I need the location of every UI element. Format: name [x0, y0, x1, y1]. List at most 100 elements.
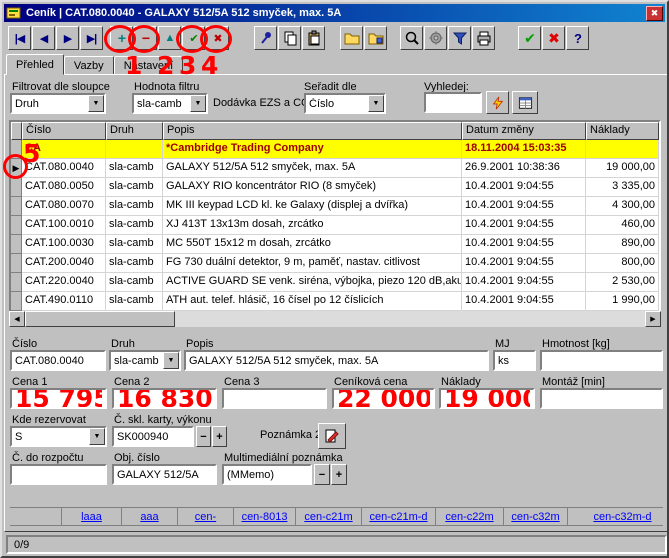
locate-in-grid-button[interactable] — [512, 91, 538, 114]
bottom-link[interactable]: cen-c21m — [296, 508, 362, 525]
nav-first-button[interactable]: |◀ — [8, 26, 31, 50]
mmemo-field[interactable] — [222, 464, 312, 485]
link-label[interactable]: cen-8013 — [242, 511, 288, 523]
link-label[interactable]: cen-c32m-d — [593, 511, 651, 523]
scroll-left-button[interactable]: ◀ — [9, 311, 25, 327]
bottom-link[interactable]: cen- — [178, 508, 234, 525]
cenikova-field[interactable] — [332, 388, 435, 409]
column-header-cislo[interactable]: Číslo — [22, 122, 106, 140]
group-row[interactable]: CA *Cambridge Trading Company 18.11.2004… — [11, 140, 659, 159]
link-label[interactable]: cen-c21m-d — [369, 511, 427, 523]
link-label[interactable]: cen-c21m — [304, 511, 352, 523]
horizontal-scrollbar[interactable]: ◀ ▶ — [9, 311, 661, 327]
table-row[interactable]: CAT.220.0040 sla-camb ACTIVE GUARD SE ve… — [11, 273, 659, 292]
table-row-current[interactable]: ▶ CAT.080.0040 sla-camb GALAXY 512/5A 51… — [11, 159, 659, 178]
bottom-link[interactable]: laaa — [62, 508, 122, 525]
copy-button[interactable] — [278, 26, 301, 50]
table-row[interactable]: CAT.080.0070 sla-camb MK III keypad LCD … — [11, 197, 659, 216]
edit-record-button[interactable]: ▲ — [158, 26, 181, 50]
bottom-link[interactable]: cen-c21m-d — [362, 508, 436, 525]
tab-prehled[interactable]: Přehled — [6, 54, 64, 75]
mmemo-plus-button[interactable]: + — [331, 464, 347, 485]
mj-field[interactable] — [493, 350, 536, 371]
column-header-datum[interactable]: Datum změny — [462, 122, 586, 140]
filter-column-combobox[interactable]: Druh ▼ — [10, 93, 106, 114]
druh-combobox[interactable]: sla-camb ▼ — [109, 350, 181, 371]
skl-karta-minus-button[interactable]: − — [196, 426, 211, 447]
naklady-label: Náklady — [441, 376, 481, 388]
table-row[interactable]: CAT.100.0010 sla-camb XJ 413T 13x13m dos… — [11, 216, 659, 235]
cena1-field[interactable] — [10, 388, 107, 409]
link-label[interactable]: cen-c32m — [511, 511, 559, 523]
skl-karta-plus-button[interactable]: + — [212, 426, 227, 447]
mmemo-minus-button[interactable]: − — [314, 464, 330, 485]
naklady-field[interactable] — [439, 388, 535, 409]
titlebar[interactable]: Ceník | CAT.080.0040 - GALAXY 512/5A 512… — [4, 4, 665, 22]
tab-nastaveni[interactable]: Nastavení — [114, 56, 184, 75]
bottom-link[interactable]: cen-8013 — [234, 508, 296, 525]
montaz-field[interactable] — [540, 388, 663, 409]
delete-record-button[interactable]: − — [134, 26, 157, 50]
kde-rezervovat-combobox[interactable]: S ▼ — [10, 426, 107, 447]
column-header-druh[interactable]: Druh — [106, 122, 163, 140]
table-row[interactable]: CAT.100.0030 sla-camb MC 550T 15x12 m do… — [11, 235, 659, 254]
bottom-link[interactable]: aaa — [122, 508, 178, 525]
cena2-field[interactable] — [112, 388, 217, 409]
post-record-button[interactable]: ✔ — [182, 26, 205, 50]
bottom-link[interactable]: cen-c32m — [504, 508, 568, 525]
bottom-link[interactable]: cen-c22m — [436, 508, 504, 525]
search-input[interactable] — [424, 92, 482, 113]
insert-record-button[interactable]: + — [110, 26, 133, 50]
column-header-naklady[interactable]: Náklady — [586, 122, 659, 140]
link-label[interactable]: cen- — [195, 511, 216, 523]
chevron-down-icon[interactable]: ▼ — [368, 95, 384, 112]
nav-prior-button[interactable]: ◀ — [32, 26, 55, 50]
link-label[interactable]: aaa — [140, 511, 158, 523]
price-list-grid[interactable]: Číslo Druh Popis Datum změny Náklady CA … — [9, 120, 661, 313]
cell-naklady: 800,00 — [586, 254, 659, 273]
table-row[interactable]: CAT.200.0040 sla-camb FG 730 duální dete… — [11, 254, 659, 273]
scrollbar-thumb[interactable] — [25, 311, 175, 327]
paste-button[interactable] — [302, 26, 325, 50]
chevron-down-icon[interactable]: ▼ — [163, 352, 179, 369]
column-header-popis[interactable]: Popis — [163, 122, 462, 140]
archive-folder-button[interactable] — [364, 26, 387, 50]
popis-field[interactable] — [184, 350, 489, 371]
bottom-link[interactable]: cen-c32m-d — [568, 508, 663, 525]
cancel-record-button[interactable]: ✖ — [206, 26, 229, 50]
help-button[interactable]: ? — [566, 26, 589, 50]
pin-button[interactable] — [254, 26, 277, 50]
print-button[interactable] — [472, 26, 495, 50]
scrollbar-track[interactable] — [175, 311, 645, 327]
chevron-down-icon[interactable]: ▼ — [190, 95, 206, 112]
obj-cislo-field[interactable] — [112, 464, 217, 485]
open-folder-button[interactable] — [340, 26, 363, 50]
settings-button[interactable] — [424, 26, 447, 50]
ok-button[interactable]: ✔ — [518, 26, 541, 50]
cell-cislo: CAT.220.0040 — [22, 273, 106, 292]
close-icon: ✖ — [651, 8, 659, 18]
nav-next-button[interactable]: ▶ — [56, 26, 79, 50]
chevron-down-icon[interactable]: ▼ — [89, 428, 105, 445]
hmotnost-field[interactable] — [540, 350, 663, 371]
table-row[interactable]: CAT.490.0110 sla-camb ATH aut. telef. hl… — [11, 292, 659, 311]
rozpocet-field[interactable] — [10, 464, 107, 485]
filter-button[interactable] — [448, 26, 471, 50]
link-label[interactable]: cen-c22m — [445, 511, 493, 523]
cena3-field[interactable] — [222, 388, 327, 409]
skl-karta-field[interactable] — [112, 426, 194, 447]
search-button[interactable] — [400, 26, 423, 50]
nav-last-button[interactable]: ▶| — [80, 26, 103, 50]
sort-combobox[interactable]: Číslo ▼ — [304, 93, 386, 114]
filter-value-combobox[interactable]: sla-camb ▼ — [132, 93, 208, 114]
tab-vazby[interactable]: Vazby — [64, 56, 114, 75]
table-row[interactable]: CAT.080.0050 sla-camb GALAXY RIO koncent… — [11, 178, 659, 197]
poznamka2-button[interactable] — [318, 423, 346, 449]
close-button[interactable]: ✖ — [646, 6, 663, 21]
storno-button[interactable]: ✖ — [542, 26, 565, 50]
scroll-right-button[interactable]: ▶ — [645, 311, 661, 327]
search-execute-button[interactable] — [486, 91, 509, 114]
link-label[interactable]: laaa — [81, 511, 102, 523]
chevron-down-icon[interactable]: ▼ — [88, 95, 104, 112]
cislo-field[interactable] — [10, 350, 106, 371]
